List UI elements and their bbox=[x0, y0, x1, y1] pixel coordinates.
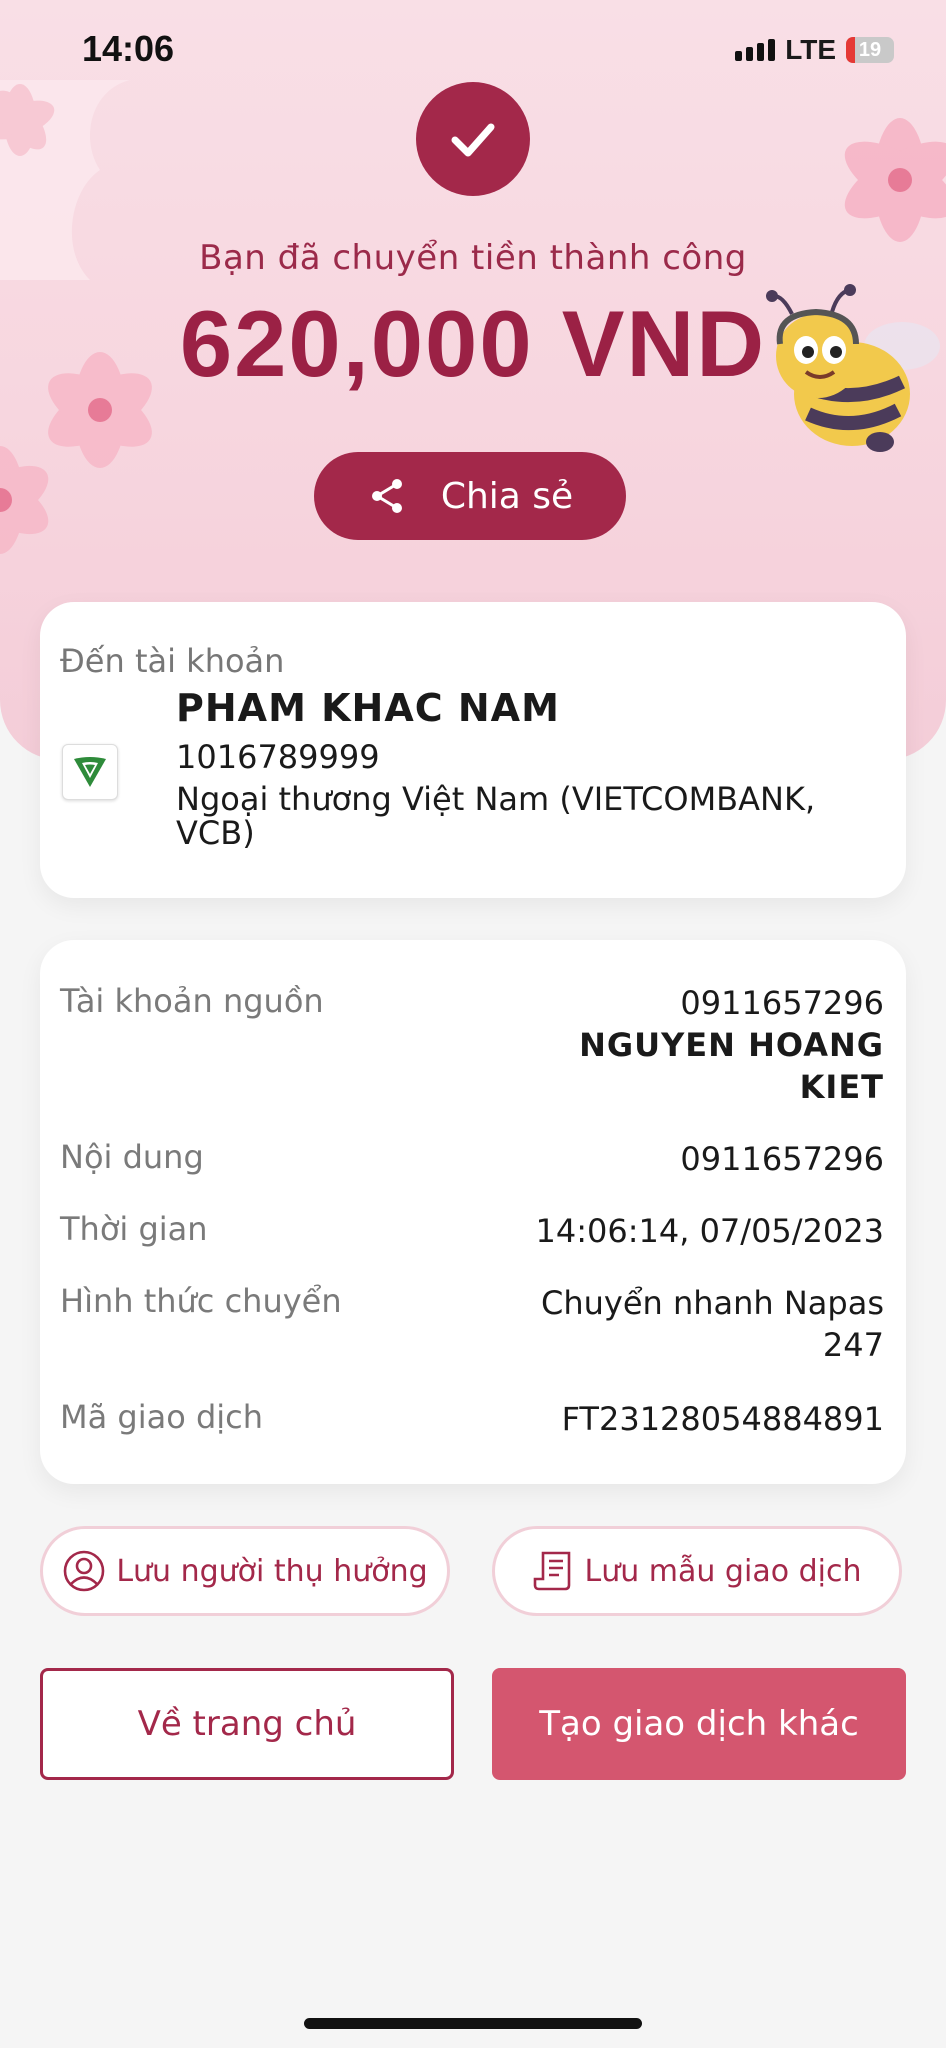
user-circle-icon bbox=[64, 1550, 105, 1592]
save-beneficiary-button[interactable]: Lưu người thụ hưởng bbox=[40, 1526, 450, 1616]
source-account-number: 0911657296 bbox=[680, 984, 884, 1022]
network-label: LTE bbox=[785, 34, 836, 65]
time-value: 14:06:14, 07/05/2023 bbox=[535, 1212, 885, 1250]
share-label: Chia sẻ bbox=[440, 475, 574, 517]
content-label: Nội dung bbox=[60, 1138, 204, 1176]
content-row: Nội dung 0911657296 bbox=[60, 1138, 884, 1182]
home-button[interactable]: Về trang chủ bbox=[40, 1668, 454, 1780]
status-indicators: LTE 19 bbox=[735, 34, 894, 66]
recipient-bank: Ngoại thương Việt Nam (VIETCOMBANK, VCB) bbox=[176, 780, 816, 852]
method-row: Hình thức chuyển Chuyển nhanh Napas 247 bbox=[60, 1282, 884, 1370]
share-icon bbox=[371, 479, 402, 513]
method-value-line1: Chuyển nhanh Napas bbox=[540, 1284, 884, 1322]
receipt-icon bbox=[533, 1551, 570, 1591]
new-transaction-button[interactable]: Tạo giao dịch khác bbox=[492, 1668, 906, 1780]
save-beneficiary-label: Lưu người thụ hưởng bbox=[116, 1553, 428, 1589]
time-label: Thời gian bbox=[60, 1210, 208, 1248]
recipient-card: Đến tài khoản PHAM KHAC NAM 1016789999 N… bbox=[40, 602, 906, 898]
save-template-label: Lưu mẫu giao dịch bbox=[584, 1553, 862, 1589]
bee-mascot-icon bbox=[766, 284, 940, 452]
success-message: Bạn đã chuyển tiền thành công bbox=[199, 238, 747, 278]
method-label: Hình thức chuyển bbox=[60, 1282, 342, 1320]
source-account-value: 0911657296 NGUYEN HOANG KIET bbox=[579, 982, 884, 1108]
recipient-label: Đến tài khoản bbox=[60, 642, 285, 680]
recipient-name: PHAM KHAC NAM bbox=[176, 686, 560, 730]
content-value: 0911657296 bbox=[680, 1140, 884, 1178]
time-row: Thời gian 14:06:14, 07/05/2023 bbox=[60, 1210, 884, 1254]
recipient-account: 1016789999 bbox=[176, 738, 380, 776]
status-time: 14:06 bbox=[82, 28, 175, 69]
transaction-id-row: Mã giao dịch FT23128054884891 bbox=[60, 1398, 884, 1442]
save-template-button[interactable]: Lưu mẫu giao dịch bbox=[492, 1526, 902, 1616]
share-button[interactable]: Chia sẻ bbox=[314, 452, 626, 540]
transaction-details-card: Tài khoản nguồn 0911657296 NGUYEN HOANG … bbox=[40, 940, 906, 1484]
signal-icon bbox=[735, 39, 776, 61]
source-name-line1: NGUYEN HOANG bbox=[579, 1026, 884, 1064]
method-value: Chuyển nhanh Napas 247 bbox=[541, 1282, 884, 1366]
source-name-line2: KIET bbox=[799, 1068, 884, 1106]
battery-icon: 19 bbox=[846, 37, 894, 63]
home-indicator[interactable] bbox=[304, 2018, 642, 2029]
check-icon bbox=[416, 82, 530, 196]
source-account-label: Tài khoản nguồn bbox=[60, 982, 324, 1020]
source-account-row: Tài khoản nguồn 0911657296 NGUYEN HOANG … bbox=[60, 982, 884, 1112]
method-value-line2: 247 bbox=[822, 1326, 884, 1364]
vietcombank-logo-icon bbox=[62, 744, 118, 800]
transaction-id-label: Mã giao dịch bbox=[60, 1398, 264, 1436]
transaction-id-value: FT23128054884891 bbox=[561, 1400, 884, 1438]
